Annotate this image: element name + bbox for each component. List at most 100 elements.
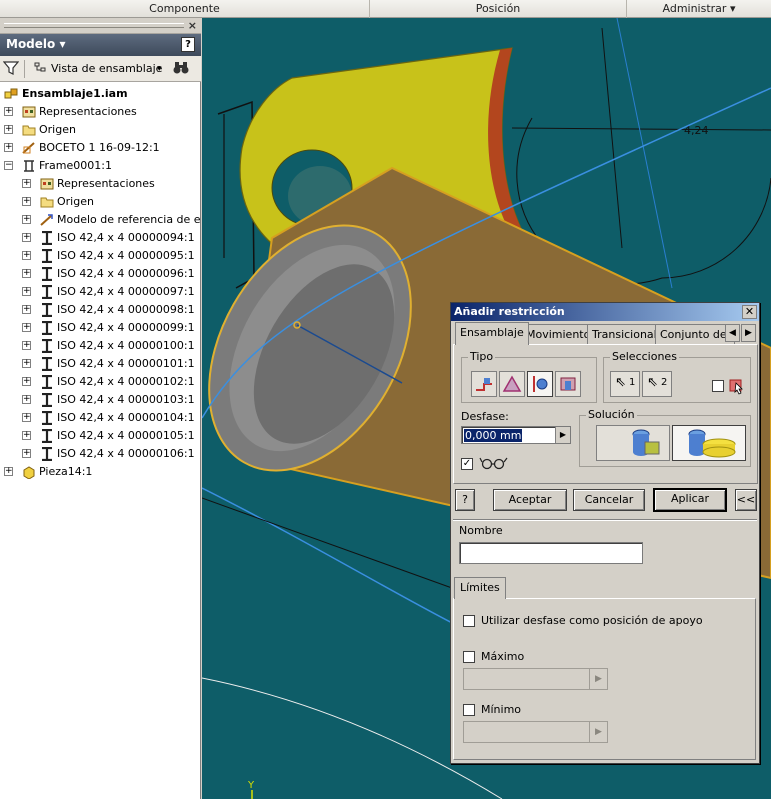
- expand-icon[interactable]: +: [22, 395, 31, 404]
- insert-constraint-button[interactable]: [555, 371, 581, 397]
- expand-icon[interactable]: +: [22, 287, 31, 296]
- solution-aligned-button[interactable]: [672, 425, 746, 461]
- tab-ensamblaje[interactable]: Ensamblaje: [455, 322, 529, 345]
- expand-icon[interactable]: +: [22, 251, 31, 260]
- tree-item[interactable]: Ensamblaje1.iam: [0, 85, 200, 103]
- expand-icon[interactable]: +: [4, 143, 13, 152]
- view-selector-label: Vista de ensamblaje: [51, 62, 163, 75]
- tab-limites[interactable]: Límites: [454, 577, 506, 599]
- chevron-down-icon[interactable]: ▾: [157, 60, 162, 78]
- tree-item[interactable]: + Origen: [0, 121, 200, 139]
- tree-item[interactable]: + ISO 42,4 x 4 00000096:1: [0, 265, 200, 283]
- accept-button[interactable]: Aceptar: [493, 489, 567, 511]
- expand-icon[interactable]: +: [22, 377, 31, 386]
- tree-item[interactable]: + Representaciones: [0, 175, 200, 193]
- desfase-input[interactable]: 0,000 mm ▶: [461, 426, 571, 444]
- collapse-icon[interactable]: −: [4, 161, 13, 170]
- panel-grip[interactable]: ×: [0, 18, 201, 34]
- help-icon[interactable]: ?: [181, 37, 195, 52]
- expand-icon[interactable]: +: [22, 269, 31, 278]
- tree-item[interactable]: + ISO 42,4 x 4 00000102:1: [0, 373, 200, 391]
- expand-icon[interactable]: +: [4, 125, 13, 134]
- close-icon[interactable]: ×: [188, 18, 197, 34]
- view-selector[interactable]: Vista de ensamblaje: [51, 60, 162, 78]
- close-icon[interactable]: ✕: [742, 305, 757, 319]
- tree-item[interactable]: + ISO 42,4 x 4 00000097:1: [0, 283, 200, 301]
- max-checkbox[interactable]: [463, 651, 475, 663]
- tree-item[interactable]: + ISO 42,4 x 4 00000094:1: [0, 229, 200, 247]
- ribbon-tab-posicion[interactable]: Posición: [370, 0, 627, 18]
- tipo-label: Tipo: [468, 350, 496, 363]
- tree-item[interactable]: + Origen: [0, 193, 200, 211]
- expand-icon[interactable]: +: [22, 359, 31, 368]
- solution-opposed-button[interactable]: [596, 425, 670, 461]
- tree-item[interactable]: + ISO 42,4 x 4 00000103:1: [0, 391, 200, 409]
- ribbon-tab-administrar[interactable]: Administrar ▾: [627, 0, 771, 18]
- tab-transicional[interactable]: Transicional: [587, 324, 662, 344]
- expand-icon[interactable]: +: [22, 215, 31, 224]
- tree-item[interactable]: + Representaciones: [0, 103, 200, 121]
- filter-icon[interactable]: [2, 60, 20, 78]
- first-part-checkbox[interactable]: [712, 380, 724, 392]
- expand-icon[interactable]: +: [22, 305, 31, 314]
- tree-item[interactable]: + Modelo de referencia de estructura: [0, 211, 200, 229]
- expand-icon[interactable]: +: [22, 197, 31, 206]
- expand-icon[interactable]: +: [22, 431, 31, 440]
- construction-line: [202, 487, 463, 629]
- expand-icon[interactable]: +: [22, 233, 31, 242]
- tree-item[interactable]: + ISO 42,4 x 4 00000100:1: [0, 337, 200, 355]
- tree-item[interactable]: + ISO 42,4 x 4 00000104:1: [0, 409, 200, 427]
- tangent-constraint-button[interactable]: [527, 371, 553, 397]
- tree-item[interactable]: + ISO 42,4 x 4 00000098:1: [0, 301, 200, 319]
- representations-icon: [22, 105, 36, 119]
- expand-icon[interactable]: +: [22, 413, 31, 422]
- dialog-title[interactable]: Añadir restricción: [451, 303, 759, 321]
- tree-item[interactable]: + ISO 42,4 x 4 00000095:1: [0, 247, 200, 265]
- expand-icon[interactable]: +: [22, 341, 31, 350]
- apply-button[interactable]: Aplicar: [653, 488, 727, 512]
- cancel-button[interactable]: Cancelar: [573, 489, 645, 511]
- selection-2-button[interactable]: ⇖ 2: [642, 371, 672, 397]
- part-select-icon[interactable]: [728, 375, 746, 395]
- tree-item[interactable]: + ISO 42,4 x 4 00000105:1: [0, 427, 200, 445]
- binoculars-icon[interactable]: [172, 60, 190, 78]
- expand-icon[interactable]: +: [22, 179, 31, 188]
- nombre-input[interactable]: [459, 542, 643, 564]
- tree-item[interactable]: + ISO 42,4 x 4 00000101:1: [0, 355, 200, 373]
- tab-scroll-left[interactable]: ◀: [725, 324, 740, 342]
- browser-header[interactable]: Modelo ▾ ?: [0, 34, 201, 56]
- accept-button-label: Aceptar: [508, 493, 552, 506]
- apply-button-label: Aplicar: [671, 492, 709, 505]
- selection-1-button[interactable]: ⇖ 1: [610, 371, 640, 397]
- expand-icon[interactable]: +: [4, 467, 13, 476]
- ribbon-panel-bar: Componente Posición Administrar ▾: [0, 0, 771, 18]
- tree-item-label: Origen: [57, 195, 94, 208]
- browser-title-label: Modelo: [6, 37, 56, 51]
- ribbon-tab-componente[interactable]: Componente: [0, 0, 370, 18]
- help-icon[interactable]: ?: [455, 489, 475, 511]
- tree-item[interactable]: + BOCETO 1 16-09-12:1: [0, 139, 200, 157]
- tab-movimiento[interactable]: Movimiento: [521, 324, 596, 344]
- expand-icon[interactable]: +: [4, 107, 13, 116]
- max-input[interactable]: ▶: [463, 668, 608, 690]
- solucion-label: Solución: [586, 408, 637, 421]
- tab-scroll-right[interactable]: ▶: [741, 324, 756, 342]
- mate-constraint-button[interactable]: [471, 371, 497, 397]
- min-checkbox[interactable]: [463, 704, 475, 716]
- expand-icon[interactable]: +: [22, 449, 31, 458]
- expand-icon[interactable]: +: [22, 323, 31, 332]
- tree-item[interactable]: + ISO 42,4 x 4 00000099:1: [0, 319, 200, 337]
- preview-checkbox[interactable]: ✓: [461, 458, 473, 470]
- min-input[interactable]: ▶: [463, 721, 608, 743]
- use-offset-checkbox[interactable]: [463, 615, 475, 627]
- tree-item[interactable]: − Frame0001:1: [0, 157, 200, 175]
- browser-title[interactable]: Modelo ▾: [6, 37, 65, 51]
- model-browser: × Modelo ▾ ? Vista de ensamblaje ▾ Ensam…: [0, 18, 201, 799]
- tab-conjunto[interactable]: Conjunto de restricciones: [655, 324, 735, 344]
- tree-item[interactable]: + ISO 42,4 x 4 00000106:1: [0, 445, 200, 463]
- chevron-right-icon[interactable]: ▶: [555, 427, 570, 443]
- angle-constraint-button[interactable]: [499, 371, 525, 397]
- tree-item-label: ISO 42,4 x 4 00000102:1: [57, 375, 195, 388]
- tree-item[interactable]: + Pieza14:1: [0, 463, 200, 481]
- collapse-button[interactable]: <<: [735, 489, 757, 511]
